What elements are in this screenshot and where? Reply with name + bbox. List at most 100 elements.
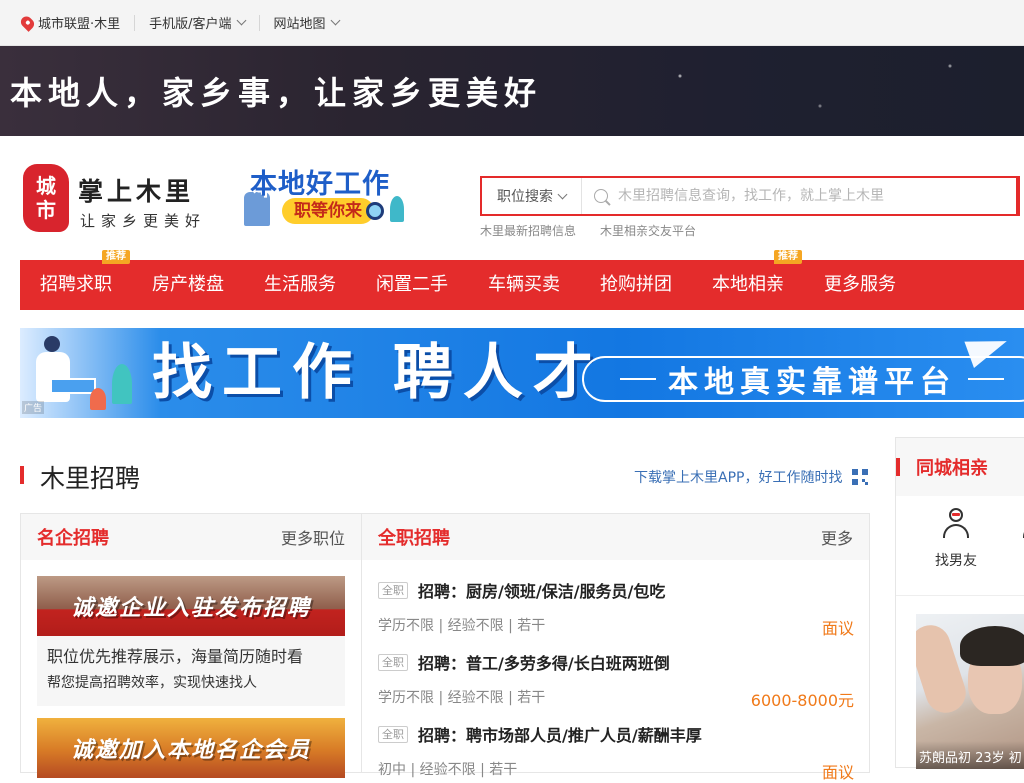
magnifier-icon	[366, 202, 384, 220]
ad-label: 广告	[22, 401, 45, 414]
nav-item-label: 生活服务	[264, 274, 336, 295]
job-badge-sub: 职等你来	[282, 198, 374, 224]
hot-links: 木里最新招聘信息 木里相亲交友平台	[480, 222, 696, 239]
app-download-label: 下载掌上木里APP，好工作随时找	[634, 470, 843, 486]
tree-icon	[390, 196, 404, 222]
tree-icon	[90, 388, 106, 410]
section-accent-bar	[20, 466, 24, 484]
logo-name[interactable]: 掌上木里	[78, 172, 194, 208]
fulltime-tag: 全职	[378, 581, 408, 599]
logo-seal-top: 城	[36, 174, 56, 198]
nav-item-label: 抢购拼团	[600, 274, 672, 295]
chevron-down-icon	[330, 15, 340, 26]
job-meta: 学历不限 | 经验不限 | 若干	[378, 690, 546, 706]
nav-item-label: 本地相亲	[712, 274, 784, 295]
job-meta: 初中 | 经验不限 | 若干	[378, 762, 518, 778]
city-switch[interactable]: 城市联盟·木里	[0, 13, 136, 32]
laptop-icon	[50, 378, 96, 394]
sidebar-header: 同城相亲	[896, 438, 1024, 496]
section-accent-bar	[896, 458, 900, 476]
top-bar: 城市联盟·木里 手机版/客户端 网站地图	[0, 0, 1024, 46]
recommend-badge: 推荐	[774, 250, 802, 264]
fulltime-tag: 全职	[378, 653, 408, 671]
job-badge-title: 本地好工作	[250, 169, 390, 200]
hero-banner: 本地人，家乡事，让家乡更美好	[0, 46, 1024, 136]
sidebar-title: 同城相亲	[916, 458, 988, 479]
panel-header: 全职招聘 更多	[362, 514, 869, 560]
banner-slogan: 本地人，家乡事，让家乡更美好	[10, 74, 543, 112]
fulltime-tag: 全职	[378, 725, 408, 743]
nav-item-label: 车辆买卖	[488, 274, 560, 295]
job-badge[interactable]: 本地好工作 职等你来	[240, 158, 420, 232]
job-salary: 面议	[821, 619, 854, 638]
chevron-down-icon	[236, 15, 246, 26]
profile-card[interactable]: 苏朗品初 23岁 初	[916, 614, 1024, 769]
nav-item-life[interactable]: 生活服务	[244, 260, 356, 310]
nav-item-groupbuy[interactable]: 抢购拼团	[580, 260, 692, 310]
shortcut-label: 找	[1006, 550, 1024, 570]
qr-code-icon	[852, 469, 869, 485]
nav-item-vehicles[interactable]: 车辆买卖	[468, 260, 580, 310]
job-title[interactable]: 招聘：普工/多劳多得/长白班两班倒	[418, 650, 670, 674]
male-user-icon	[943, 508, 969, 538]
ad-banner[interactable]: 找工作 聘人才 本地真实靠谱平台 广告	[20, 328, 1024, 418]
job-salary: 6000-8000元	[750, 691, 854, 710]
logo-slogan: 让家乡更美好	[80, 212, 207, 230]
famous-company-panel: 名企招聘 更多职位 诚邀企业入驻发布招聘 职位优先推荐展示，海量简历随时看 帮您…	[20, 513, 362, 778]
job-listing[interactable]: 全职 招聘：普工/多劳多得/长白班两班倒 学历不限 | 经验不限 | 若干 60…	[378, 650, 854, 711]
panel-title: 名企招聘	[37, 528, 109, 549]
sitemap-menu[interactable]: 网站地图	[260, 15, 353, 32]
chevron-down-icon	[557, 189, 568, 199]
search-bar: 职位搜索	[480, 176, 1020, 216]
section-title: 木里招聘	[40, 464, 141, 493]
search-input[interactable]	[618, 178, 1016, 214]
job-listing[interactable]: 全职 招聘：聘市场部人员/推广人员/薪酬丰厚 初中 | 经验不限 | 若干 面议	[378, 722, 854, 783]
recommend-badge: 推荐	[102, 250, 130, 264]
fulltime-panel: 全职招聘 更多 全职 招聘：厨房/领班/保洁/服务员/包吃 学历不限 | 经验不…	[361, 513, 870, 782]
site-header: 城 市 掌上木里 让家乡更美好 本地好工作 职等你来 职位搜索 木里最新招聘信息…	[0, 136, 1024, 260]
nav-item-label: 招聘求职	[40, 274, 112, 295]
job-title[interactable]: 招聘：厨房/领班/保洁/服务员/包吃	[418, 578, 665, 602]
worker-illustration-icon	[32, 336, 72, 406]
nav-item-dating[interactable]: 本地相亲 推荐	[692, 250, 804, 310]
city-label: 城市联盟·木里	[38, 17, 121, 32]
panel-title: 全职招聘	[378, 528, 450, 549]
search-icon	[594, 189, 608, 203]
mobile-menu[interactable]: 手机版/客户端	[135, 14, 260, 32]
job-listing[interactable]: 全职 招聘：厨房/领班/保洁/服务员/包吃 学历不限 | 经验不限 | 若干 面…	[378, 578, 854, 639]
logo-seal[interactable]: 城 市	[23, 164, 69, 232]
nav-item-jobs[interactable]: 招聘求职 推荐	[20, 250, 132, 310]
profile-caption: 苏朗品初 23岁 初	[916, 741, 1024, 769]
find-boyfriend-button[interactable]: 找男友	[926, 508, 986, 570]
app-download-link[interactable]: 下载掌上木里APP，好工作随时找	[634, 467, 869, 487]
promo-desc-line1: 职位优先推荐展示，海量简历随时看	[47, 647, 304, 666]
nav-item-housing[interactable]: 房产楼盘	[132, 260, 244, 310]
mobile-label: 手机版/客户端	[149, 17, 232, 32]
dating-shortcuts: 找男友 找	[896, 496, 1024, 596]
shortcut-label: 找男友	[935, 553, 977, 569]
job-salary: 面议	[821, 763, 854, 782]
promo-banner-member[interactable]: 诚邀加入本地名企会员	[37, 718, 345, 778]
ad-pill-text: 本地真实靠谱平台	[668, 365, 956, 400]
main-nav: 招聘求职 推荐 房产楼盘 生活服务 闲置二手 车辆买卖 抢购拼团 本地相亲 推荐…	[20, 250, 1024, 310]
ad-pill: 本地真实靠谱平台	[582, 356, 1024, 402]
nav-item-label: 更多服务	[824, 274, 896, 295]
promo-banner-enterprise[interactable]: 诚邀企业入驻发布招聘	[37, 576, 345, 636]
logo-seal-bottom: 市	[36, 198, 56, 222]
more-link[interactable]: 更多	[821, 525, 853, 549]
promo-description: 职位优先推荐展示，海量简历随时看 帮您提高招聘效率，实现快速找人	[37, 636, 345, 706]
sitemap-label: 网站地图	[273, 17, 326, 32]
hot-link-jobs[interactable]: 木里最新招聘信息	[480, 222, 576, 239]
job-meta: 学历不限 | 经验不限 | 若干	[378, 618, 546, 634]
hot-link-dating[interactable]: 木里相亲交友平台	[600, 222, 696, 239]
search-category-label: 职位搜索	[497, 189, 553, 205]
find-girlfriend-button[interactable]: 找	[1006, 508, 1024, 570]
nav-item-label: 闲置二手	[376, 274, 448, 295]
more-jobs-link[interactable]: 更多职位	[281, 525, 345, 549]
nav-item-more[interactable]: 更多服务	[804, 260, 916, 310]
promo-desc-line2: 帮您提高招聘效率，实现快速找人	[47, 675, 257, 691]
nav-item-secondhand[interactable]: 闲置二手	[356, 260, 468, 310]
search-category-select[interactable]: 职位搜索	[482, 178, 582, 214]
job-title[interactable]: 招聘：聘市场部人员/推广人员/薪酬丰厚	[418, 722, 702, 746]
tree-icon	[112, 364, 132, 404]
